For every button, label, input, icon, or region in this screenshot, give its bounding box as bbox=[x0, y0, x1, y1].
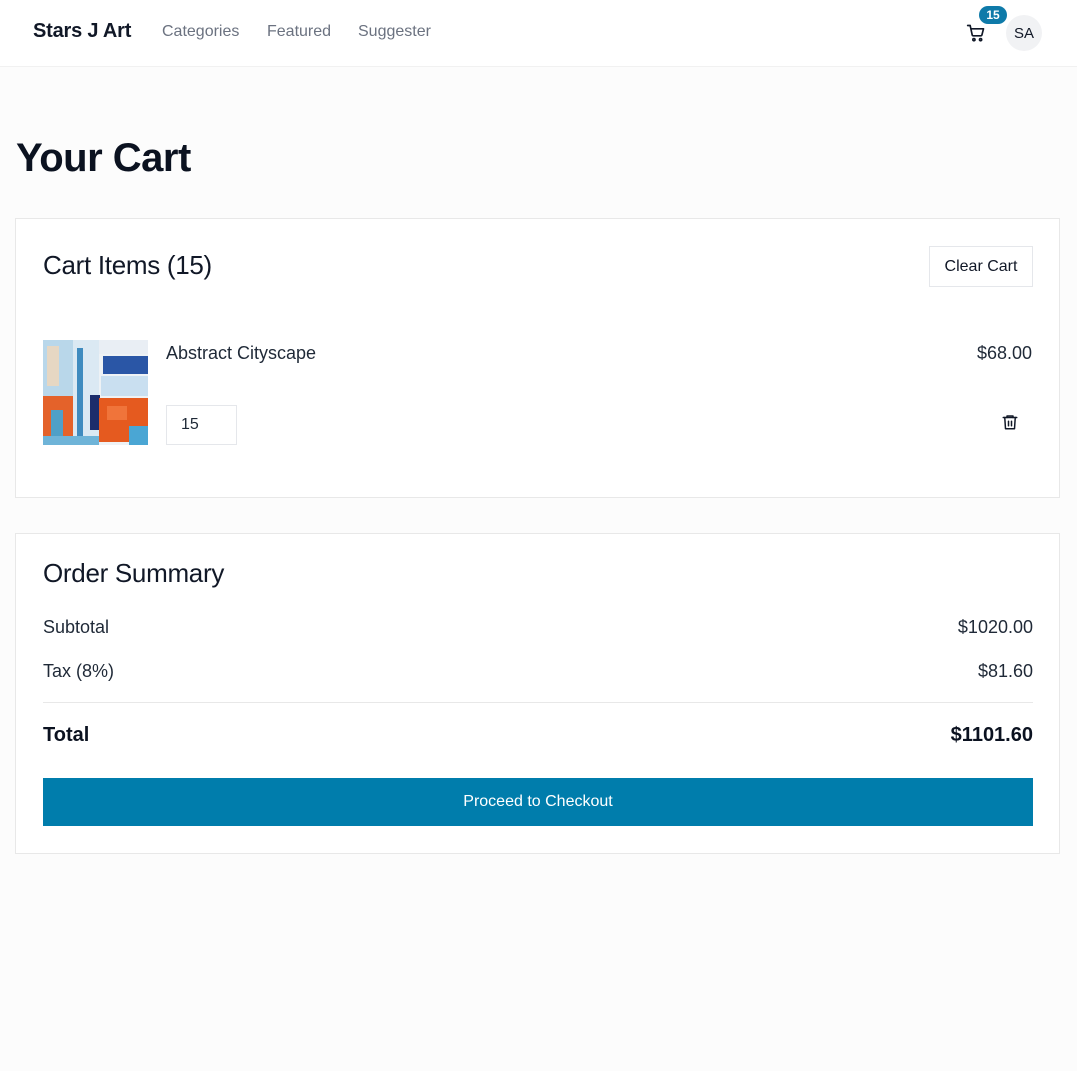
tax-value: $81.60 bbox=[977, 661, 1033, 681]
proceed-to-checkout-button[interactable]: Proceed to Checkout bbox=[43, 778, 1033, 826]
cart-button[interactable] bbox=[963, 20, 989, 46]
artwork-thumbnail[interactable] bbox=[43, 340, 148, 445]
nav-link-suggester[interactable]: Suggester bbox=[358, 23, 431, 41]
cart-items-heading: Cart Items (15) bbox=[43, 250, 212, 280]
remove-item-button[interactable] bbox=[997, 409, 1023, 435]
quantity-input[interactable] bbox=[166, 405, 237, 445]
tax-label: Tax (8%) bbox=[43, 661, 115, 681]
brand-logo[interactable]: Stars J Art bbox=[33, 20, 131, 43]
trash-icon bbox=[1002, 415, 1018, 430]
top-navigation-bar: Stars J Art Categories Featured Suggeste… bbox=[0, 0, 1077, 67]
nav-link-featured[interactable]: Featured bbox=[267, 23, 331, 41]
cart-icon bbox=[966, 24, 985, 42]
total-row: Total $1101.60 bbox=[43, 724, 1033, 747]
page-title: Your Cart bbox=[16, 136, 191, 180]
subtotal-row: Subtotal $1020.00 bbox=[43, 617, 1033, 638]
cart-count-badge: 15 bbox=[979, 6, 1007, 24]
user-avatar[interactable]: SA bbox=[1006, 15, 1042, 51]
summary-divider bbox=[43, 702, 1033, 703]
clear-cart-button[interactable]: Clear Cart bbox=[929, 246, 1033, 287]
order-summary-card: Order Summary Subtotal $1020.00 Tax (8%)… bbox=[15, 533, 1060, 854]
total-value: $1101.60 bbox=[950, 724, 1033, 746]
cart-item-name[interactable]: Abstract Cityscape bbox=[166, 343, 316, 364]
subtotal-value: $1020.00 bbox=[957, 617, 1033, 637]
cart-item-price: $68.00 bbox=[976, 343, 1032, 363]
cart-items-card: Cart Items (15) Clear Cart Abstract City… bbox=[15, 218, 1060, 498]
tax-row: Tax (8%) $81.60 bbox=[43, 661, 1033, 682]
total-label: Total bbox=[43, 724, 90, 746]
order-summary-heading: Order Summary bbox=[43, 558, 225, 588]
subtotal-label: Subtotal bbox=[43, 617, 110, 637]
abstract-painting-image bbox=[43, 340, 148, 445]
nav-link-categories[interactable]: Categories bbox=[162, 23, 239, 41]
